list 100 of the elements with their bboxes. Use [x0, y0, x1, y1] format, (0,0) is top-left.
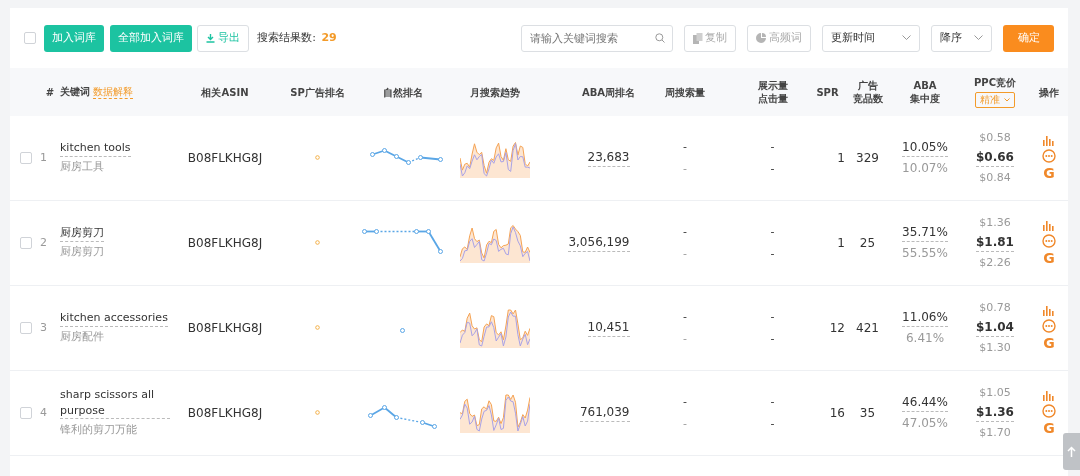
- impressions-value: -: [770, 308, 775, 325]
- search-field[interactable]: 请输入关键词搜索: [520, 24, 673, 52]
- impressions-value: -: [770, 393, 775, 410]
- checkbox[interactable]: [20, 407, 32, 419]
- aba-concentration: 11.06%: [902, 308, 948, 327]
- column-header: 广告: [857, 79, 878, 92]
- search-trend-sparkline: [460, 393, 530, 433]
- export-button[interactable]: 导出: [197, 24, 249, 52]
- spr-value: 1: [836, 235, 845, 252]
- aba-concentration: 46.44%: [902, 393, 948, 412]
- ad-products-value: 329: [855, 150, 880, 167]
- keyword-translation: 厨房配件: [60, 329, 104, 346]
- keyword-link[interactable]: kitchen accessories: [60, 310, 168, 327]
- checkbox[interactable]: [20, 237, 32, 249]
- bar-chart-icon[interactable]: [1043, 306, 1055, 317]
- weekly-searches: -: [683, 330, 687, 347]
- row-number: 1: [40, 149, 48, 166]
- checkbox[interactable]: [24, 32, 36, 44]
- download-icon: [206, 33, 216, 43]
- keyword-link[interactable]: kitchen tools: [60, 140, 131, 157]
- more-icon[interactable]: [1042, 404, 1056, 418]
- column-header: SPR: [815, 85, 840, 99]
- asin-text: B08FLKHG8J: [186, 320, 264, 337]
- row-number: 2: [40, 234, 48, 251]
- weekly-searches: -: [683, 160, 687, 177]
- impressions-value: -: [770, 138, 775, 155]
- google-search-link[interactable]: G: [1043, 420, 1055, 435]
- aba-concentration: 47.05%: [902, 415, 948, 433]
- data-explain-link[interactable]: 数据解释: [92, 85, 133, 99]
- clicks-value: -: [770, 245, 775, 262]
- weekly-searches: -: [683, 415, 687, 432]
- checkbox[interactable]: [20, 322, 32, 334]
- match-type-dropdown[interactable]: 精准: [975, 91, 1015, 108]
- add-button[interactable]: 全部加入词库: [109, 24, 192, 52]
- add-button[interactable]: 加入词库: [44, 24, 105, 52]
- keyword-link[interactable]: 厨房剪刀: [60, 225, 104, 242]
- asin-text: B08FLKHG8J: [186, 150, 264, 167]
- ppc-bid-low: $1.05: [979, 384, 1011, 401]
- column-header: 竞品数: [852, 92, 883, 105]
- aba-rank-link[interactable]: 761,039: [579, 404, 630, 422]
- bar-chart-icon[interactable]: [1043, 221, 1055, 232]
- column-header: 操作: [1038, 85, 1060, 99]
- google-search-link[interactable]: G: [1043, 165, 1055, 180]
- aba-concentration: 10.05%: [902, 138, 948, 157]
- rank-sparkline: [400, 327, 405, 333]
- sort-field-dropdown[interactable]: 更新时间: [822, 24, 920, 52]
- sort-order-dropdown[interactable]: 降序: [931, 24, 992, 52]
- keyword-translation: 厨房剪刀: [60, 244, 104, 261]
- more-icon[interactable]: [1042, 234, 1056, 248]
- aba-concentration: 10.07%: [902, 160, 948, 178]
- aba-rank-link[interactable]: 10,451: [587, 319, 630, 337]
- rank-sparkline: [368, 404, 437, 429]
- keyword-link[interactable]: sharp scissors all purpose: [60, 387, 170, 420]
- ppc-bid-suggested: $1.81: [976, 234, 1014, 252]
- column-header: 月搜索趋势: [469, 85, 521, 99]
- clicks-value: -: [770, 330, 775, 347]
- scroll-top-button[interactable]: [1063, 433, 1080, 470]
- chevron-down-icon: [1003, 97, 1010, 102]
- google-search-link[interactable]: G: [1043, 250, 1055, 265]
- weekly-searches: -: [683, 223, 687, 240]
- confirm-button[interactable]: 确定: [1003, 24, 1054, 52]
- dot-icon: [315, 325, 320, 331]
- column-header: PPC竞价: [974, 76, 1016, 90]
- ppc-bid-low: $0.58: [979, 129, 1011, 146]
- pie-chart-icon: [756, 33, 767, 43]
- row-number: 4: [40, 404, 48, 421]
- aba-rank-link[interactable]: 3,056,199: [568, 234, 630, 252]
- bar-chart-icon[interactable]: [1043, 136, 1055, 147]
- column-header: 周搜索量: [664, 85, 706, 99]
- aba-rank-link[interactable]: 23,683: [587, 149, 630, 167]
- search-icon: [654, 32, 665, 43]
- column-header: 自然排名: [381, 85, 424, 99]
- keyword-translation: 锋利的剪刀万能: [60, 422, 137, 438]
- more-icon[interactable]: [1042, 319, 1056, 333]
- ad-products-value: 25: [858, 235, 877, 252]
- chevron-down-icon: [974, 35, 983, 41]
- aba-concentration: 55.55%: [902, 245, 948, 263]
- dot-icon: [315, 240, 320, 246]
- search-trend-sparkline: [460, 223, 530, 263]
- column-header: 集中度: [910, 92, 940, 105]
- aba-concentration: 35.71%: [902, 223, 948, 242]
- impressions-value: -: [770, 223, 775, 240]
- bar-chart-icon[interactable]: [1043, 391, 1055, 402]
- weekly-searches: -: [683, 245, 687, 262]
- column-header: SP广告排名: [289, 85, 346, 99]
- result-count: 29: [321, 29, 337, 46]
- ppc-bid-high: $0.84: [979, 169, 1011, 186]
- google-search-link[interactable]: G: [1043, 335, 1055, 350]
- more-icon[interactable]: [1042, 149, 1056, 163]
- ppc-bid-suggested: $1.04: [976, 319, 1014, 337]
- ppc-bid-high: $1.70: [979, 424, 1011, 441]
- column-header: 展示量: [757, 79, 788, 92]
- ad-products-value: 35: [858, 405, 877, 422]
- chevron-down-icon: [902, 35, 911, 41]
- checkbox[interactable]: [20, 152, 32, 164]
- row-number: 3: [40, 319, 48, 336]
- ppc-bid-low: $1.36: [979, 214, 1011, 231]
- ppc-bid-suggested: $1.36: [976, 404, 1014, 422]
- clicks-value: -: [770, 160, 775, 177]
- spr-value: 1: [836, 150, 845, 167]
